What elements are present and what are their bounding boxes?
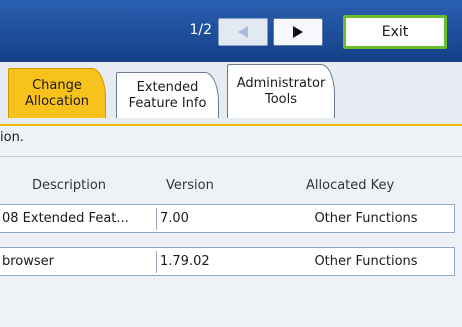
column-header-allocated-key: Allocated Key: [306, 178, 395, 193]
tab-change-allocation[interactable]: Change Allocation: [8, 68, 106, 118]
row-description: 08 Extended Feat...: [2, 211, 129, 226]
cell-separator: [156, 208, 157, 230]
triangle-left-icon: [238, 26, 248, 38]
divider: [0, 156, 462, 157]
top-bar: 1/2 Exit: [0, 0, 462, 62]
tab-label-line1: Administrator: [236, 75, 326, 91]
table-row[interactable]: 08 Extended Feat... 7.00 Other Functions: [0, 204, 455, 233]
tab-administrator-tools[interactable]: Administrator Tools: [227, 64, 335, 118]
triangle-right-icon: [293, 26, 303, 38]
table-row[interactable]: browser 1.79.02 Other Functions: [0, 247, 455, 276]
previous-page-button[interactable]: [218, 18, 268, 46]
tab-label-line1: Change: [32, 77, 82, 93]
row-version: 7.00: [160, 211, 189, 226]
tab-strip: Change Allocation Extended Feature Info …: [0, 62, 462, 126]
column-header-version: Version: [166, 178, 214, 193]
row-version: 1.79.02: [160, 254, 210, 269]
tab-label-line1: Extended: [136, 79, 199, 95]
instruction-text: ion.: [0, 130, 24, 145]
tab-label-line2: Allocation: [24, 93, 90, 109]
row-allocated-key: Other Functions: [314, 211, 418, 226]
tab-extended-feature-info[interactable]: Extended Feature Info: [116, 72, 219, 118]
column-header-description: Description: [32, 178, 107, 193]
next-page-button[interactable]: [273, 18, 323, 46]
page-indicator: 1/2: [189, 22, 212, 38]
cell-separator: [156, 251, 157, 273]
row-description: browser: [2, 254, 55, 269]
tab-label-line2: Tools: [264, 91, 298, 107]
tab-label-line2: Feature Info: [128, 95, 207, 111]
row-allocated-key: Other Functions: [314, 254, 418, 269]
exit-button[interactable]: Exit: [343, 15, 447, 49]
